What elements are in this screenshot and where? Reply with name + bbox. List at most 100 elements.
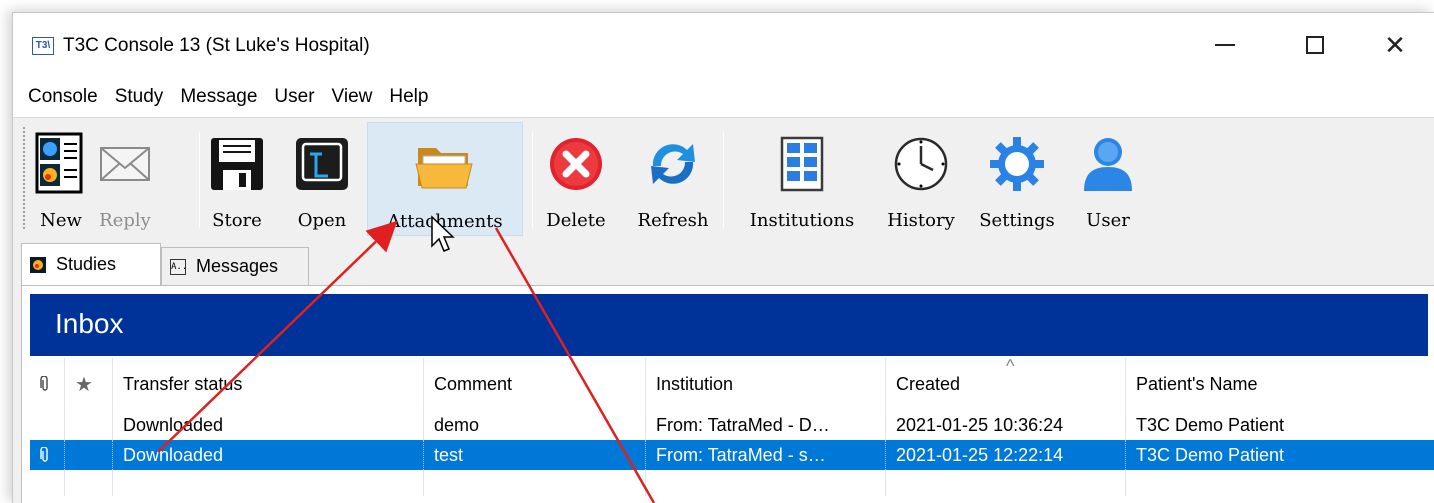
menu-view[interactable]: View xyxy=(332,86,373,108)
empty-cell xyxy=(65,470,113,496)
delete-button[interactable]: Delete xyxy=(541,124,611,234)
reply-label: Reply xyxy=(99,210,151,231)
window-title: T3C Console 13 (St Luke's Hospital) xyxy=(63,35,370,56)
col-created-label: Created xyxy=(896,373,961,394)
empty-cell xyxy=(646,470,886,496)
empty-cell xyxy=(1126,470,1434,496)
settings-label: Settings xyxy=(979,210,1055,231)
paperclip-icon xyxy=(40,376,48,391)
app-window: T3\ T3C Console 13 (St Luke's Hospital) … xyxy=(12,12,1434,503)
table-header-row: ★ Transfer status Comment Institution Cr… xyxy=(30,358,1434,410)
minimize-button[interactable] xyxy=(1195,27,1255,63)
gear-icon xyxy=(985,132,1049,196)
status-cell: Downloaded xyxy=(113,410,424,440)
user-icon xyxy=(1076,132,1140,196)
empty-cell xyxy=(30,470,65,496)
user-label: User xyxy=(1086,210,1130,231)
tab-messages[interactable]: A.. Messages xyxy=(161,247,309,285)
created-cell: 2021-01-25 12:22:14 xyxy=(886,440,1126,470)
menu-bar: Console Study Message User View Help xyxy=(13,77,1434,117)
table-row[interactable]: Downloaded demo From: TatraMed - D… 2021… xyxy=(30,410,1434,440)
empty-cell xyxy=(113,470,424,496)
reply-mail-icon xyxy=(93,132,157,196)
toolbar: New Reply Store Open Attachments Delete … xyxy=(13,117,1434,241)
col-transfer-status[interactable]: Transfer status xyxy=(113,358,424,410)
toolbar-grip[interactable] xyxy=(22,126,26,230)
maximize-button[interactable] xyxy=(1285,27,1345,63)
open-button[interactable]: Open xyxy=(291,124,353,234)
title-bar: T3\ T3C Console 13 (St Luke's Hospital) … xyxy=(13,13,1434,77)
star-cell xyxy=(65,440,113,470)
toolbar-separator xyxy=(532,132,533,228)
menu-console[interactable]: Console xyxy=(28,86,98,108)
institution-cell: From: TatraMed - s… xyxy=(646,440,886,470)
attachment-cell xyxy=(30,440,65,470)
institutions-button[interactable]: Institutions xyxy=(735,124,869,234)
tab-messages-label: Messages xyxy=(196,256,279,276)
inbox-header: Inbox xyxy=(30,294,1428,356)
floppy-disk-icon xyxy=(205,132,269,196)
settings-button[interactable]: Settings xyxy=(975,124,1059,234)
table-row-empty xyxy=(30,470,1434,496)
attachment-column-header[interactable] xyxy=(30,358,65,410)
history-button[interactable]: History xyxy=(879,124,963,234)
new-label: New xyxy=(40,210,82,231)
refresh-label: Refresh xyxy=(637,210,709,231)
comment-cell: demo xyxy=(424,410,646,440)
created-cell: 2021-01-25 10:36:24 xyxy=(886,410,1126,440)
star-icon: ★ xyxy=(75,373,93,396)
folder-icon xyxy=(413,135,477,199)
reply-button[interactable]: Reply xyxy=(95,124,155,234)
open-label: Open xyxy=(297,210,347,231)
institutions-label: Institutions xyxy=(749,210,855,231)
new-study-icon xyxy=(29,132,93,196)
patient-cell: T3C Demo Patient xyxy=(1126,440,1434,470)
attachment-cell xyxy=(30,410,65,440)
empty-cell xyxy=(424,470,646,496)
toolbar-separator xyxy=(723,132,724,228)
tab-studies-label: Studies xyxy=(56,254,117,274)
history-label: History xyxy=(887,210,955,231)
institutions-grid-icon xyxy=(770,132,834,196)
delete-icon xyxy=(544,132,608,196)
refresh-icon xyxy=(641,132,705,196)
tab-studies[interactable]: Studies xyxy=(21,243,161,285)
menu-study[interactable]: Study xyxy=(115,86,164,108)
col-institution[interactable]: Institution xyxy=(646,358,886,410)
studies-panel: Inbox ★ Transfer status Comment Institut… xyxy=(21,285,1434,503)
store-button[interactable]: Store xyxy=(206,124,268,234)
close-button[interactable]: ✕ xyxy=(1365,27,1425,63)
paperclip-icon xyxy=(40,447,48,462)
col-patient-name[interactable]: Patient's Name xyxy=(1126,358,1434,410)
empty-cell xyxy=(886,470,1126,496)
close-icon: ✕ xyxy=(1384,30,1406,60)
col-created[interactable]: Created ^ xyxy=(886,358,1126,410)
status-cell: Downloaded xyxy=(113,440,424,470)
toolbar-separator xyxy=(199,132,200,228)
star-cell xyxy=(65,410,113,440)
messages-icon: A.. xyxy=(170,258,187,275)
comment-cell: test xyxy=(424,440,646,470)
user-button[interactable]: User xyxy=(1077,124,1139,234)
delete-label: Delete xyxy=(546,210,606,231)
menu-help[interactable]: Help xyxy=(389,86,428,108)
attachments-button[interactable]: Attachments xyxy=(367,122,523,236)
maximize-icon xyxy=(1306,36,1324,54)
sort-ascending-icon: ^ xyxy=(1006,358,1015,376)
institution-cell: From: TatraMed - D… xyxy=(646,410,886,440)
col-comment[interactable]: Comment xyxy=(424,358,646,410)
open-console-icon xyxy=(290,132,354,196)
history-clock-icon xyxy=(889,132,953,196)
new-button[interactable]: New xyxy=(35,124,87,234)
refresh-button[interactable]: Refresh xyxy=(631,124,715,234)
store-label: Store xyxy=(212,210,262,231)
table-row-selected[interactable]: Downloaded test From: TatraMed - s… 2021… xyxy=(30,440,1434,470)
menu-message[interactable]: Message xyxy=(180,86,257,108)
view-tabs: Studies A.. Messages xyxy=(13,241,1434,285)
menu-user[interactable]: User xyxy=(274,86,314,108)
studies-icon xyxy=(30,256,46,273)
star-column-header[interactable]: ★ xyxy=(65,358,113,410)
app-icon: T3\ xyxy=(32,37,54,55)
attachments-label: Attachments xyxy=(387,211,503,232)
patient-cell: T3C Demo Patient xyxy=(1136,414,1285,435)
